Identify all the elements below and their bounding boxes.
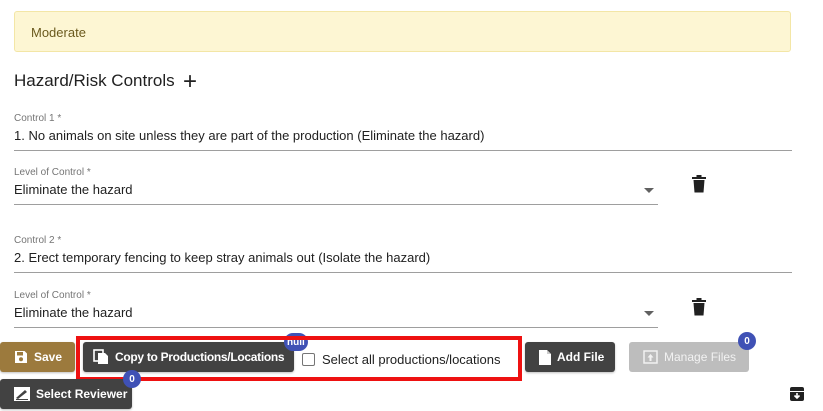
control-2-field[interactable]: Control 2 * 2. Erect temporary fencing t… bbox=[14, 235, 792, 273]
select-reviewer-label: Select Reviewer bbox=[36, 387, 128, 401]
floppy-disk-icon bbox=[15, 351, 27, 363]
section-title: Hazard/Risk Controls bbox=[14, 71, 175, 90]
file-icon bbox=[539, 349, 551, 365]
risk-level-banner: Moderate bbox=[14, 11, 791, 52]
control-1-value: 1. No animals on site unless they are pa… bbox=[14, 128, 485, 143]
add-file-label: Add File bbox=[557, 350, 605, 364]
level-of-control-2-underline bbox=[14, 327, 658, 328]
manage-files-label: Manage Files bbox=[664, 350, 737, 364]
control-1-label: Control 1 * bbox=[14, 113, 62, 124]
level-of-control-1-value: Eliminate the hazard bbox=[14, 182, 133, 197]
level-of-control-1-label: Level of Control * bbox=[14, 167, 91, 178]
control-1-field[interactable]: Control 1 * 1. No animals on site unless… bbox=[14, 113, 792, 151]
save-button[interactable]: Save bbox=[0, 342, 75, 372]
save-label: Save bbox=[34, 350, 63, 364]
dropdown-caret-icon bbox=[644, 311, 654, 316]
archive-icon[interactable] bbox=[789, 386, 805, 402]
manage-files-button[interactable]: Manage Files bbox=[629, 342, 749, 372]
control-2-label: Control 2 * bbox=[14, 235, 62, 246]
signature-icon bbox=[14, 387, 30, 401]
manage-files-count-badge: 0 bbox=[738, 332, 756, 350]
control-1-underline bbox=[14, 150, 792, 151]
level-of-control-2-value: Eliminate the hazard bbox=[14, 305, 133, 320]
level-of-control-1-underline bbox=[14, 204, 658, 205]
delete-control-1-trash-icon[interactable] bbox=[691, 175, 707, 193]
control-2-value: 2. Erect temporary fencing to keep stray… bbox=[14, 250, 431, 265]
upload-file-icon bbox=[643, 350, 658, 364]
level-of-control-2-label: Level of Control * bbox=[14, 290, 91, 301]
dropdown-caret-icon bbox=[644, 188, 654, 193]
add-control-button[interactable]: + bbox=[180, 70, 200, 94]
delete-control-2-trash-icon[interactable] bbox=[691, 298, 707, 316]
highlight-annotation-box bbox=[76, 336, 522, 381]
level-of-control-2-select[interactable]: Level of Control * Eliminate the hazard bbox=[14, 290, 658, 328]
reviewer-count-badge: 0 bbox=[123, 370, 141, 388]
add-file-button[interactable]: Add File bbox=[525, 342, 615, 372]
level-of-control-1-select[interactable]: Level of Control * Eliminate the hazard bbox=[14, 167, 658, 205]
risk-level-text: Moderate bbox=[31, 25, 86, 40]
control-2-underline bbox=[14, 272, 792, 273]
select-reviewer-button[interactable]: Select Reviewer bbox=[0, 379, 132, 409]
